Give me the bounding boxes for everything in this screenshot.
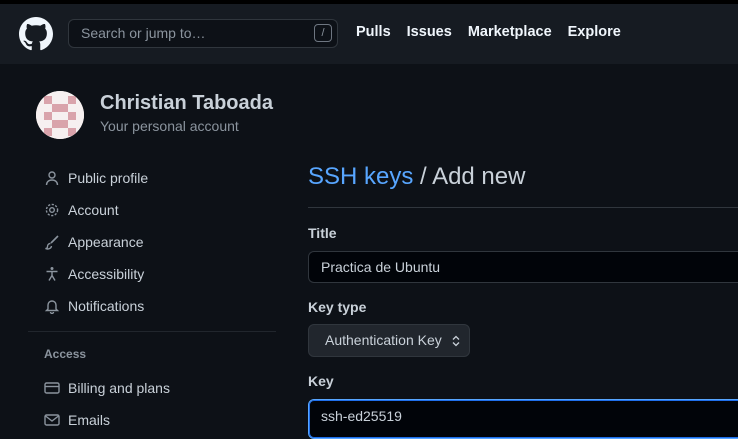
search-placeholder: Search or jump to… [81, 25, 206, 41]
title-input[interactable]: Practica de Ubuntu [308, 251, 738, 283]
sidebar-item-label: Public profile [68, 170, 149, 186]
sidebar-item-label: Billing and plans [68, 380, 170, 396]
mail-icon [44, 414, 60, 426]
sidebar-item-billing[interactable]: Billing and plans [28, 372, 276, 404]
account-subtitle: Your personal account [100, 118, 239, 134]
sidebar-item-appearance[interactable]: Appearance [28, 226, 276, 258]
settings-sidebar: Public profile Account Appearance Access… [28, 162, 276, 436]
person-icon [45, 171, 59, 186]
credit-card-icon [44, 382, 60, 394]
gear-icon [45, 203, 59, 217]
key-type-label: Key type [308, 299, 367, 315]
page-title: SSH keys / Add new [308, 163, 525, 191]
sidebar-item-label: Appearance [68, 234, 144, 250]
ssh-keys-breadcrumb-link[interactable]: SSH keys [308, 163, 413, 190]
sidebar-item-label: Emails [68, 412, 111, 428]
nav-explore[interactable]: Explore [568, 24, 621, 40]
nav-issues[interactable]: Issues [407, 24, 452, 40]
sidebar-item-account[interactable]: Account [28, 194, 276, 226]
breadcrumb-separator: / [420, 163, 427, 190]
title-divider [308, 207, 738, 208]
key-type-value: Authentication Key [325, 332, 442, 348]
select-caret-icon [452, 335, 460, 347]
accessibility-icon [46, 267, 58, 281]
sidebar-item-label: Account [68, 202, 119, 218]
title-label: Title [308, 225, 337, 241]
key-label: Key [308, 373, 334, 389]
sidebar-item-label: Accessibility [68, 266, 145, 282]
search-input[interactable]: Search or jump to… / [68, 19, 338, 48]
nav-pulls[interactable]: Pulls [356, 24, 391, 40]
avatar[interactable] [36, 91, 84, 139]
sidebar-divider [28, 331, 276, 332]
sidebar-item-notifications[interactable]: Notifications [28, 290, 276, 322]
sidebar-heading-access: Access [44, 347, 87, 361]
bell-icon [44, 300, 60, 314]
search-shortcut-badge: / [314, 24, 332, 42]
top-header: Search or jump to… / Pulls Issues Market… [0, 0, 738, 64]
identicon-icon [36, 91, 84, 139]
sidebar-item-public-profile[interactable]: Public profile [28, 162, 276, 194]
paintbrush-icon [45, 235, 59, 250]
github-logo-icon[interactable] [19, 17, 53, 51]
sidebar-item-emails[interactable]: Emails [28, 404, 276, 436]
sidebar-item-label: Notifications [68, 298, 145, 314]
key-type-select[interactable]: Authentication Key [308, 324, 470, 357]
header-nav: Pulls Issues Marketplace Explore [356, 24, 621, 40]
key-textarea[interactable]: ssh-ed25519 [308, 399, 738, 439]
account-name: Christian Taboada [100, 92, 273, 114]
nav-marketplace[interactable]: Marketplace [468, 24, 552, 40]
page-title-current: Add new [432, 163, 526, 190]
sidebar-item-accessibility[interactable]: Accessibility [28, 258, 276, 290]
